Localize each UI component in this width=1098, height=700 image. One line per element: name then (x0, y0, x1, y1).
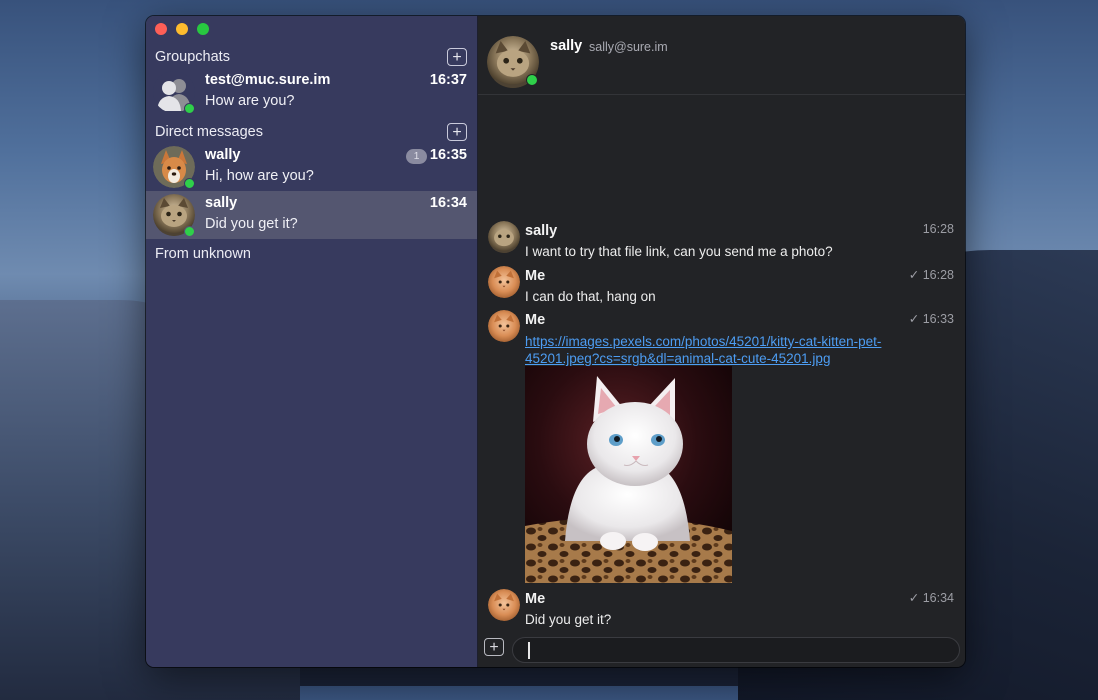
window-controls (155, 23, 209, 35)
message-time-value: 16:28 (922, 222, 954, 236)
message-time-value: 16:34 (922, 591, 954, 605)
contact-name: sally (550, 38, 583, 54)
message-time-value: 16:33 (922, 312, 954, 326)
app-window: Groupchats + test@muc.sure.im How are yo… (146, 16, 965, 667)
sender-avatar (488, 589, 520, 621)
groupchats-header: Groupchats (155, 49, 230, 65)
conversation-item-groupchat[interactable]: test@muc.sure.im How are you? 16:37 (146, 68, 477, 116)
chat-header: sally sally@sure.im (478, 16, 965, 95)
message-text: Did you get it? (525, 612, 612, 627)
online-status-indicator (184, 226, 195, 237)
sender-avatar (488, 266, 520, 298)
conversation-name: wally (205, 147, 241, 163)
sidebar: Groupchats + test@muc.sure.im How are yo… (146, 16, 478, 667)
minimize-window-button[interactable] (176, 23, 188, 35)
add-groupchat-button[interactable]: + (447, 48, 467, 66)
conversation-last-message: How are you? (205, 93, 295, 109)
message-time: 16:28 (923, 222, 954, 236)
close-window-button[interactable] (155, 23, 167, 35)
delivered-check-icon: ✓ (908, 591, 920, 605)
conversation-name: sally (205, 195, 238, 211)
contact-jid: sally@sure.im (589, 40, 668, 54)
attach-button[interactable]: + (484, 638, 504, 656)
message-sender: Me (525, 268, 546, 284)
message-sender: Me (525, 591, 546, 607)
conversation-item-wally[interactable]: wally Hi, how are you? 1 16:35 (146, 143, 477, 191)
from-unknown-header[interactable]: From unknown (155, 246, 251, 262)
kitten-photo (525, 366, 732, 583)
maximize-window-button[interactable] (197, 23, 209, 35)
online-status-indicator (526, 74, 538, 86)
message-sender: sally (525, 223, 558, 239)
conversation-time: 16:35 (429, 147, 467, 163)
message-time: ✓ 16:28 (909, 267, 954, 282)
direct-messages-header: Direct messages (155, 124, 263, 140)
delivered-check-icon: ✓ (908, 268, 920, 282)
message-link[interactable]: https://images.pexels.com/photos/45201/k… (525, 333, 885, 367)
online-status-indicator (184, 103, 195, 114)
plus-icon: + (452, 124, 462, 141)
conversation-time: 16:34 (429, 195, 467, 211)
message-time-value: 16:28 (922, 268, 954, 282)
conversation-name: test@muc.sure.im (205, 72, 331, 88)
unread-count-badge: 1 (406, 149, 427, 164)
conversation-last-message: Hi, how are you? (205, 168, 314, 184)
sender-avatar (488, 221, 520, 253)
message-time: ✓ 16:33 (909, 311, 954, 326)
delivered-check-icon: ✓ (908, 312, 920, 326)
conversation-time: 16:37 (429, 72, 467, 88)
conversation-last-message: Did you get it? (205, 216, 298, 232)
kitten-photo-attachment[interactable] (525, 366, 732, 583)
message-time: ✓ 16:34 (909, 590, 954, 605)
sender-avatar (488, 310, 520, 342)
add-direct-message-button[interactable]: + (447, 123, 467, 141)
message-sender: Me (525, 312, 546, 328)
plus-icon: + (489, 639, 499, 656)
message-text: I want to try that file link, can you se… (525, 244, 833, 259)
plus-icon: + (452, 49, 462, 66)
online-status-indicator (184, 178, 195, 189)
message-input[interactable] (512, 637, 960, 663)
conversation-item-sally[interactable]: sally Did you get it? 16:34 (146, 191, 477, 239)
message-text: I can do that, hang on (525, 289, 656, 304)
chat-pane: sally sally@sure.im sally I want to try … (478, 16, 965, 667)
text-cursor (528, 642, 530, 659)
